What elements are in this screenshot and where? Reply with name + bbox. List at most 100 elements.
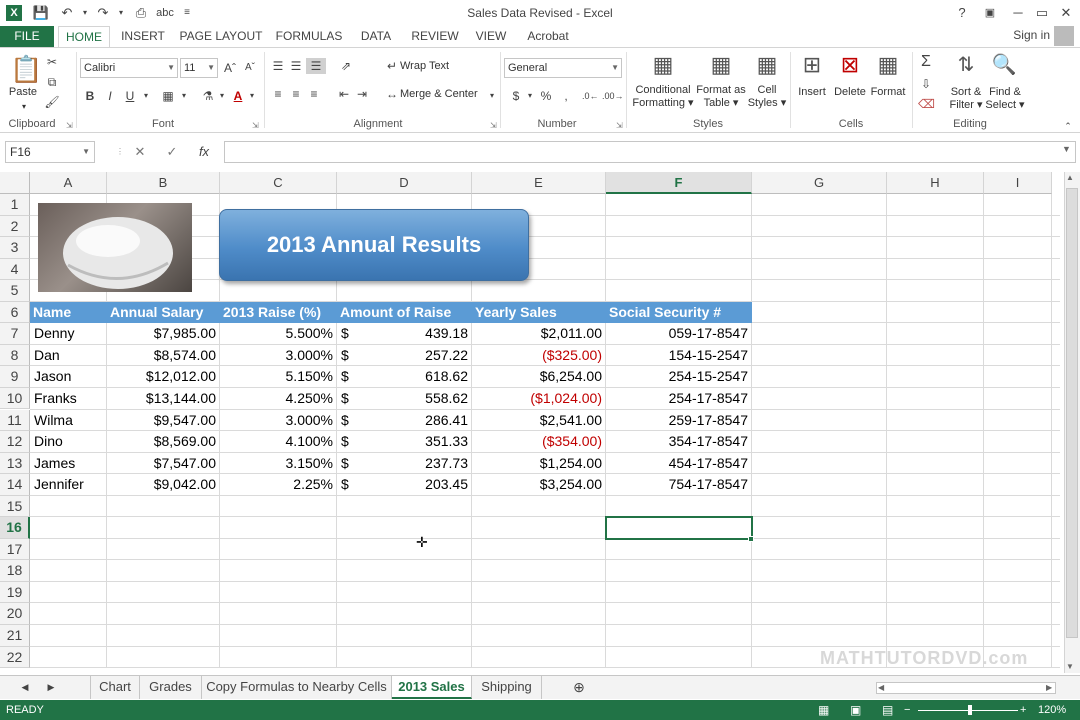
sign-in-link[interactable]: Sign in bbox=[1013, 28, 1050, 42]
merge-center-button[interactable]: Merge & Center bbox=[400, 88, 484, 101]
sheet-tab-shipping[interactable]: Shipping bbox=[472, 676, 542, 699]
borders-icon[interactable]: ▦ bbox=[160, 88, 176, 104]
fill-dropdown-icon[interactable]: ▾ bbox=[214, 88, 230, 104]
alignment-launcher-icon[interactable]: ⇲ bbox=[490, 121, 497, 130]
sheet-tab-grades[interactable]: Grades bbox=[140, 676, 202, 699]
table-cell-sales[interactable]: ($325.00) bbox=[472, 345, 606, 367]
next-sheet-icon[interactable]: ▶ bbox=[40, 676, 62, 699]
table-cell-raise-amt[interactable]: 203.45 bbox=[367, 474, 472, 496]
table-header-cell[interactable]: Amount of Raise bbox=[337, 302, 472, 324]
close-button[interactable]: ✕ bbox=[1052, 3, 1080, 23]
row-header-15[interactable]: 15 bbox=[0, 495, 30, 518]
paste-dropdown-icon[interactable]: ▾ bbox=[14, 100, 34, 113]
table-cell-raise-pct[interactable]: 3.150% bbox=[220, 453, 337, 475]
table-cell-name[interactable]: Dan bbox=[30, 345, 107, 367]
row-header-20[interactable]: 20 bbox=[0, 603, 30, 625]
fill-handle[interactable] bbox=[748, 535, 754, 542]
table-cell-salary[interactable]: $7,985.00 bbox=[107, 323, 220, 345]
decrease-indent-icon[interactable]: ⇤ bbox=[336, 86, 352, 102]
table-cell-raise-amt[interactable]: 618.62 bbox=[367, 366, 472, 388]
table-cell-raise-pct[interactable]: 4.100% bbox=[220, 431, 337, 453]
table-cell-cur[interactable]: $ bbox=[337, 388, 367, 410]
table-cell-raise-amt[interactable]: 351.33 bbox=[367, 431, 472, 453]
table-cell-sales[interactable]: $1,254.00 bbox=[472, 453, 606, 475]
table-header-cell[interactable]: Social Security # bbox=[606, 302, 752, 324]
page-layout-view-icon[interactable]: ▣ bbox=[850, 700, 861, 720]
table-cell-salary[interactable]: $8,574.00 bbox=[107, 345, 220, 367]
table-cell-raise-pct[interactable]: 3.000% bbox=[220, 345, 337, 367]
horizontal-scrollbar[interactable] bbox=[876, 682, 1056, 694]
column-header-i[interactable]: I bbox=[984, 172, 1052, 194]
cell-styles-button[interactable]: Cell Styles ▾ bbox=[746, 84, 788, 110]
table-cell-cur[interactable]: $ bbox=[337, 410, 367, 432]
column-header-a[interactable]: A bbox=[30, 172, 107, 194]
font-size-select[interactable]: 11 ▼ bbox=[180, 58, 218, 78]
table-cell-cur[interactable]: $ bbox=[337, 366, 367, 388]
percent-button[interactable]: % bbox=[538, 88, 554, 104]
decrease-font-icon[interactable]: Aˇ bbox=[242, 60, 258, 76]
column-header-c[interactable]: C bbox=[220, 172, 337, 194]
column-header-g[interactable]: G bbox=[752, 172, 887, 194]
table-cell-raise-pct[interactable]: 4.250% bbox=[220, 388, 337, 410]
row-header-22[interactable]: 22 bbox=[0, 646, 30, 669]
row-header-11[interactable]: 11 bbox=[0, 409, 30, 432]
select-all-corner[interactable] bbox=[0, 172, 30, 194]
orientation-icon[interactable]: ⇗ bbox=[338, 58, 354, 74]
column-header-d[interactable]: D bbox=[337, 172, 472, 194]
table-cell-sales[interactable]: $3,254.00 bbox=[472, 474, 606, 496]
table-cell-raise-pct[interactable]: 5.500% bbox=[220, 323, 337, 345]
tab-insert[interactable]: INSERT bbox=[116, 26, 170, 48]
row-header-8[interactable]: 8 bbox=[0, 344, 30, 367]
table-cell-salary[interactable]: $9,547.00 bbox=[107, 410, 220, 432]
sheet-tab-chart[interactable]: Chart bbox=[90, 676, 140, 699]
prev-sheet-icon[interactable]: ◀ bbox=[14, 676, 36, 699]
wrap-text-button[interactable]: Wrap Text bbox=[400, 60, 456, 73]
scroll-right-icon[interactable]: ▶ bbox=[1046, 683, 1052, 692]
tab-view[interactable]: VIEW bbox=[470, 26, 512, 48]
font-color-dropdown-icon[interactable]: ▾ bbox=[244, 88, 260, 104]
table-cell-ssn[interactable]: 754-17-8547 bbox=[606, 474, 752, 496]
avatar[interactable] bbox=[1054, 26, 1074, 46]
format-as-table-button[interactable]: Format as Table ▾ bbox=[696, 84, 746, 110]
bold-button[interactable]: B bbox=[82, 88, 98, 104]
table-cell-raise-amt[interactable]: 257.22 bbox=[367, 345, 472, 367]
table-cell-name[interactable]: James bbox=[30, 453, 107, 475]
tab-data[interactable]: DATA bbox=[354, 26, 398, 48]
table-cell-sales[interactable]: $2,011.00 bbox=[472, 323, 606, 345]
table-cell-raise-amt[interactable]: 558.62 bbox=[367, 388, 472, 410]
row-header-13[interactable]: 13 bbox=[0, 452, 30, 475]
scroll-up-icon[interactable]: ▲ bbox=[1066, 173, 1074, 182]
table-cell-ssn[interactable]: 059-17-8547 bbox=[606, 323, 752, 345]
sheet-tab-copy-formulas[interactable]: Copy Formulas to Nearby Cells bbox=[202, 676, 392, 699]
row-header-5[interactable]: 5 bbox=[0, 280, 30, 302]
table-cell-ssn[interactable]: 254-17-8547 bbox=[606, 388, 752, 410]
clear-icon[interactable]: ⌫ bbox=[918, 96, 935, 112]
table-cell-raise-amt[interactable]: 439.18 bbox=[367, 323, 472, 345]
row-header-1[interactable]: 1 bbox=[0, 194, 30, 216]
table-cell-cur[interactable]: $ bbox=[337, 474, 367, 496]
format-painter-icon[interactable]: 🖌 bbox=[44, 94, 60, 110]
table-cell-salary[interactable]: $13,144.00 bbox=[107, 388, 220, 410]
row-header-14[interactable]: 14 bbox=[0, 474, 30, 496]
name-box[interactable]: F16 ▼ bbox=[5, 141, 95, 163]
italic-button[interactable]: I bbox=[102, 88, 118, 104]
table-header-cell[interactable]: Yearly Sales bbox=[472, 302, 606, 324]
clipboard-launcher-icon[interactable]: ⇲ bbox=[66, 121, 73, 130]
increase-decimal-icon[interactable]: .0← bbox=[582, 88, 599, 104]
row-header-21[interactable]: 21 bbox=[0, 625, 30, 647]
conditional-formatting-button[interactable]: Conditional Formatting ▾ bbox=[630, 84, 696, 110]
column-header-b[interactable]: B bbox=[107, 172, 220, 194]
table-cell-sales[interactable]: ($1,024.00) bbox=[472, 388, 606, 410]
column-header-f[interactable]: F bbox=[606, 172, 752, 194]
delete-button[interactable]: Delete bbox=[832, 86, 868, 99]
row-header-9[interactable]: 9 bbox=[0, 366, 30, 388]
scroll-down-icon[interactable]: ▼ bbox=[1066, 662, 1074, 671]
paste-icon[interactable]: 📋 bbox=[10, 54, 42, 85]
column-header-e[interactable]: E bbox=[472, 172, 606, 194]
table-cell-ssn[interactable]: 254-15-2547 bbox=[606, 366, 752, 388]
align-bottom-icon[interactable]: ☰ bbox=[306, 58, 326, 74]
table-cell-cur[interactable]: $ bbox=[337, 453, 367, 475]
table-cell-salary[interactable]: $9,042.00 bbox=[107, 474, 220, 496]
table-cell-name[interactable]: Dino bbox=[30, 431, 107, 453]
zoom-in-icon[interactable]: + bbox=[1020, 700, 1026, 720]
